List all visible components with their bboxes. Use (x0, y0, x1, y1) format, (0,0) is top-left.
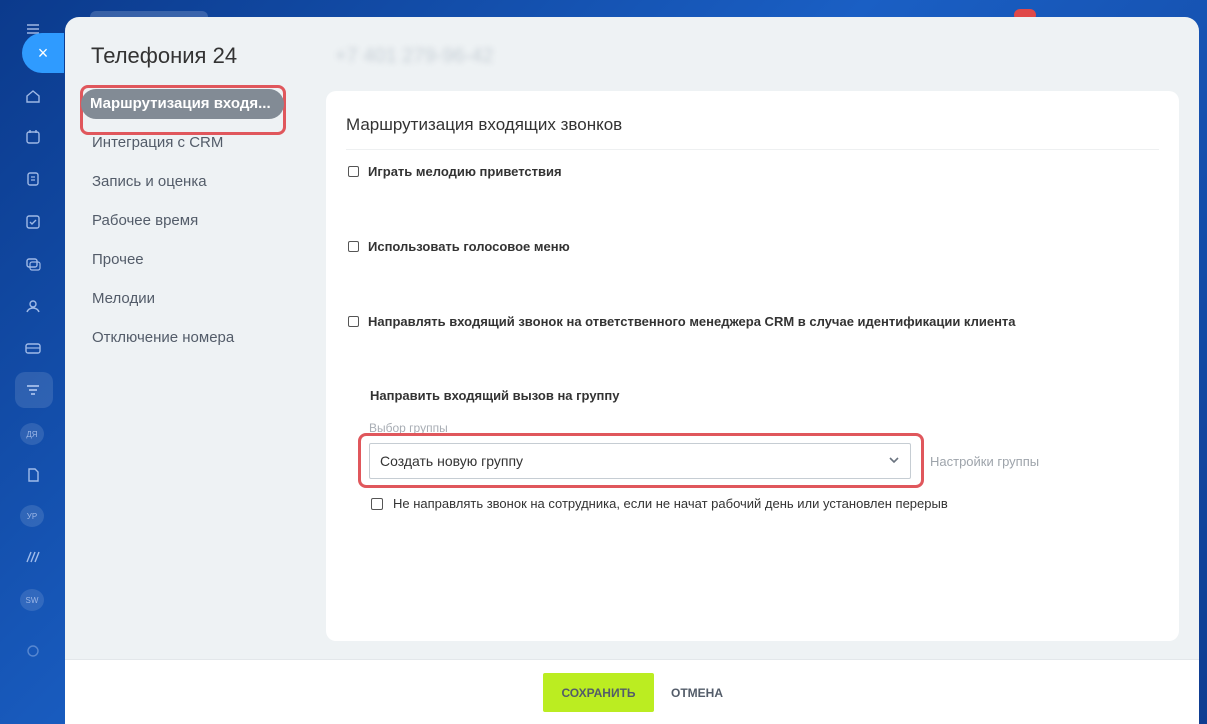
chevron-down-icon (889, 457, 899, 464)
chat-icon[interactable] (22, 253, 44, 275)
workday-label: Не направлять звонок на сотрудника, если… (393, 496, 948, 511)
group-select-value: Создать новую группу (380, 453, 524, 469)
workday-option[interactable]: Не направлять звонок на сотрудника, если… (371, 496, 948, 511)
greeting-melody-option[interactable]: Играть мелодию приветствия (348, 164, 562, 179)
nav-item-incoming-routing[interactable]: Маршрутизация входя... (81, 89, 284, 119)
card-icon[interactable] (22, 337, 44, 359)
workday-checkbox[interactable] (371, 497, 383, 510)
group-routing-title: Направить входящий вызов на группу (370, 388, 620, 403)
close-slider-button[interactable]: × (22, 33, 64, 73)
app-rail: × ДЯ УР SW (0, 0, 1036, 724)
voice-menu-checkbox[interactable] (348, 241, 359, 252)
nav-item-crm-integration[interactable]: Интеграция с CRM (81, 123, 291, 162)
section-heading: Маршрутизация входящих звонков (346, 115, 1159, 150)
settings-icon[interactable] (22, 640, 44, 662)
group-settings-link[interactable]: Настройки группы (930, 454, 1039, 469)
nav-item-recording[interactable]: Запись и оценка (81, 162, 291, 201)
voice-menu-label: Использовать голосовое меню (368, 239, 570, 254)
voice-menu-option[interactable]: Использовать голосовое меню (348, 239, 570, 254)
crm-manager-label: Направлять входящий звонок на ответствен… (368, 314, 1016, 329)
footer-bar: СОХРАНИТЬ ОТМЕНА (65, 659, 1199, 724)
tasks-icon[interactable] (22, 211, 44, 233)
phone-number: +7 401 279-96-42 (335, 45, 494, 67)
telephony-settings-panel: Телефония 24 +7 401 279-96-42 Маршрутиза… (65, 17, 1199, 724)
rail-avatar-1[interactable]: ДЯ (20, 423, 44, 445)
rail-avatar-3[interactable]: SW (20, 589, 44, 611)
greeting-melody-label: Играть мелодию приветствия (368, 164, 562, 179)
page-title: Телефония 24 (91, 43, 238, 68)
crm-manager-checkbox[interactable] (348, 316, 359, 327)
contacts-icon[interactable] (22, 295, 44, 317)
document-icon[interactable] (22, 168, 44, 190)
nav-item-other[interactable]: Прочее (81, 240, 291, 279)
greeting-melody-checkbox[interactable] (348, 166, 359, 177)
nav-item-disable-number[interactable]: Отключение номера (81, 318, 291, 357)
cancel-button[interactable]: ОТМЕНА (671, 673, 723, 712)
crm-manager-option[interactable]: Направлять входящий звонок на ответствен… (348, 314, 1016, 329)
group-select[interactable]: Создать новую группу (369, 443, 911, 479)
nav-item-work-time[interactable]: Рабочее время (81, 201, 291, 240)
save-button[interactable]: СОХРАНИТЬ (543, 673, 654, 712)
settings-nav: Маршрутизация входя... Интеграция с CRM … (81, 89, 291, 357)
filter-icon[interactable] (22, 379, 44, 401)
routing-settings-card: Маршрутизация входящих звонков Играть ме… (326, 91, 1179, 641)
brand-icon[interactable] (22, 546, 44, 568)
nav-item-melodies[interactable]: Мелодии (81, 279, 291, 318)
calendar-icon[interactable] (22, 126, 44, 148)
file-icon[interactable] (22, 464, 44, 486)
home-icon[interactable] (22, 85, 44, 107)
close-icon: × (37, 42, 49, 63)
rail-avatar-2[interactable]: УР (20, 505, 44, 527)
